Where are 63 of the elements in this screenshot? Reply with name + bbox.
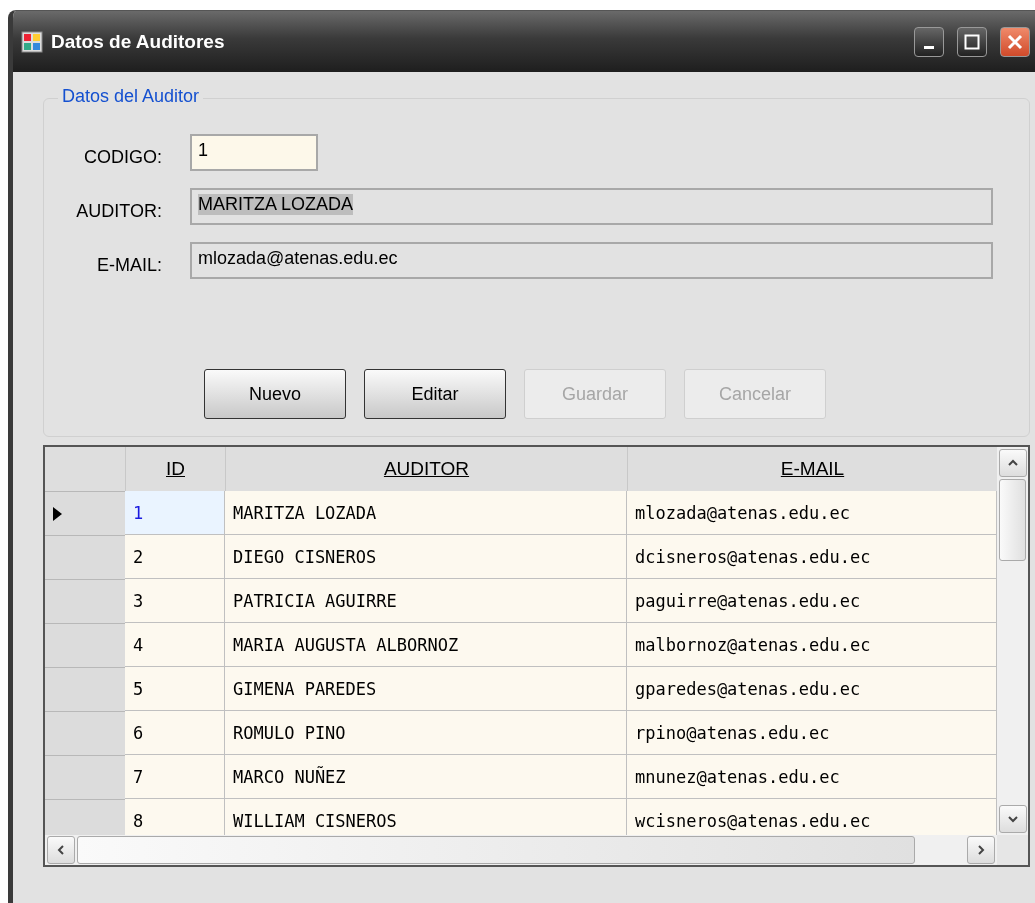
- table-cell: mnunez@atenas.edu.ec: [627, 755, 997, 799]
- table-cell: PATRICIA AGUIRRE: [225, 579, 627, 623]
- scrollbar-thumb[interactable]: [999, 479, 1026, 561]
- field-label: CODIGO:: [84, 145, 162, 168]
- table-cell: rpino@atenas.edu.ec: [627, 711, 997, 755]
- table-cell: wcisneros@atenas.edu.ec: [627, 799, 997, 835]
- maximize-icon: [964, 33, 980, 50]
- table-cell: MARIA AUGUSTA ALBORNOZ: [225, 623, 627, 667]
- input-field[interactable]: 1: [190, 133, 318, 171]
- row-header[interactable]: [45, 579, 125, 623]
- app-icon: [21, 30, 43, 53]
- table-cell: 1: [125, 491, 225, 535]
- table-cell: GIMENA PAREDES: [225, 667, 627, 711]
- field-label: E-MAIL:: [97, 253, 162, 276]
- row-header[interactable]: [45, 623, 125, 667]
- maximize-button[interactable]: [957, 26, 987, 57]
- table-cell: DIEGO CISNEROS: [225, 535, 627, 579]
- row-header[interactable]: [45, 535, 125, 579]
- row-header[interactable]: [45, 667, 125, 711]
- chevron-left-icon: [55, 844, 67, 856]
- minimize-button[interactable]: [914, 26, 944, 57]
- table-cell: mlozada@atenas.edu.ec: [627, 491, 997, 535]
- current-row-icon: [53, 506, 62, 521]
- table-cell: dcisneros@atenas.edu.ec: [627, 535, 997, 579]
- row-header[interactable]: [45, 799, 125, 835]
- table-cell: 3: [125, 579, 225, 623]
- column-header[interactable]: E-MAIL: [627, 447, 997, 491]
- table-cell: 7: [125, 755, 225, 799]
- table-cell: ROMULO PINO: [225, 711, 627, 755]
- table-cell: 6: [125, 711, 225, 755]
- table-cell: 8: [125, 799, 225, 835]
- row-header[interactable]: [45, 711, 125, 755]
- close-button[interactable]: [1000, 26, 1030, 57]
- close-icon: [1007, 33, 1023, 50]
- table-cell: 2: [125, 535, 225, 579]
- field-text: 1: [198, 139, 208, 161]
- field-label: AUDITOR:: [76, 199, 162, 222]
- chevron-right-icon: [975, 844, 987, 856]
- row-header[interactable]: [45, 491, 125, 535]
- field-text: mlozada@atenas.edu.ec: [198, 247, 398, 269]
- table-cell: 5: [125, 667, 225, 711]
- scrollbar-corner: [997, 835, 1028, 865]
- table-cell: MARCO NUÑEZ: [225, 755, 627, 799]
- row-header[interactable]: [45, 755, 125, 799]
- table-cell: MARITZA LOZADA: [225, 491, 627, 535]
- chevron-down-icon: [1007, 813, 1019, 825]
- table-cell: 4: [125, 623, 225, 667]
- table-cell: WILLIAM CISNEROS: [225, 799, 627, 835]
- vertical-scrollbar[interactable]: [997, 447, 1028, 835]
- table-cell: malbornoz@atenas.edu.ec: [627, 623, 997, 667]
- selected-text: MARITZA LOZADA: [198, 193, 354, 215]
- minimize-icon: [924, 46, 934, 49]
- column-header[interactable]: ID: [125, 447, 225, 491]
- column-header[interactable]: AUDITOR: [225, 447, 627, 491]
- input-field[interactable]: mlozada@atenas.edu.ec: [190, 241, 993, 279]
- input-field[interactable]: MARITZA LOZADA: [190, 187, 993, 225]
- action-button[interactable]: Nuevo: [204, 369, 346, 419]
- table-cell: paguirre@atenas.edu.ec: [627, 579, 997, 623]
- scrollbar-thumb[interactable]: [77, 836, 915, 864]
- window-title: Datos de Auditores: [51, 30, 226, 53]
- horizontal-scrollbar[interactable]: [45, 835, 997, 865]
- action-button[interactable]: Editar: [364, 369, 506, 419]
- table-cell: gparedes@atenas.edu.ec: [627, 667, 997, 711]
